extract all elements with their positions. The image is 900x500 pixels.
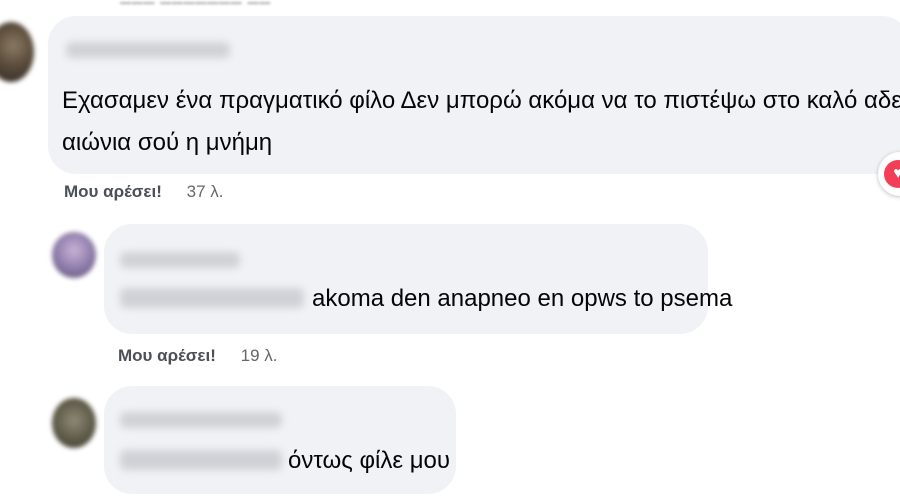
comment-actions-2: Μου αρέσει! 19 λ.	[118, 346, 277, 366]
avatar[interactable]	[52, 398, 96, 448]
comment-bubble-2: akoma den anapneo en opws to psema	[104, 224, 732, 334]
previous-comment-fragment: ▂▂▂ ▂▂▂▂▂▂▂ ▂▂	[120, 0, 380, 4]
timestamp[interactable]: 37 λ.	[187, 182, 224, 201]
heart-icon: ♥	[884, 160, 900, 188]
timestamp[interactable]: 19 λ.	[241, 346, 278, 365]
avatar[interactable]	[52, 232, 96, 278]
comment-text: akoma den anapneo en opws to psema	[312, 285, 733, 312]
comment-bubble-3: όντως φίλε μου	[104, 386, 456, 494]
avatar[interactable]	[0, 22, 34, 82]
comment-text-line-1: Εχασαμεν ένα πραγματικό φίλο Δεν μπορώ α…	[62, 87, 900, 114]
author-name-redacted[interactable]	[66, 42, 230, 58]
comment-text: όντως φίλε μου	[288, 447, 451, 474]
mention-redacted[interactable]	[120, 288, 304, 308]
like-button[interactable]: Μου αρέσει!	[118, 346, 216, 365]
comment-text-line-2: αιώνια σού η μνήμη	[62, 129, 273, 156]
mention-redacted[interactable]	[120, 450, 282, 470]
comment-bubble-1: Εχασαμεν ένα πραγματικό φίλο Δεν μπορώ α…	[48, 16, 900, 174]
comment-actions-1: Μου αρέσει! 37 λ.	[64, 182, 223, 202]
author-name-redacted[interactable]	[120, 252, 240, 268]
like-button[interactable]: Μου αρέσει!	[64, 182, 162, 201]
author-name-redacted[interactable]	[120, 412, 282, 428]
